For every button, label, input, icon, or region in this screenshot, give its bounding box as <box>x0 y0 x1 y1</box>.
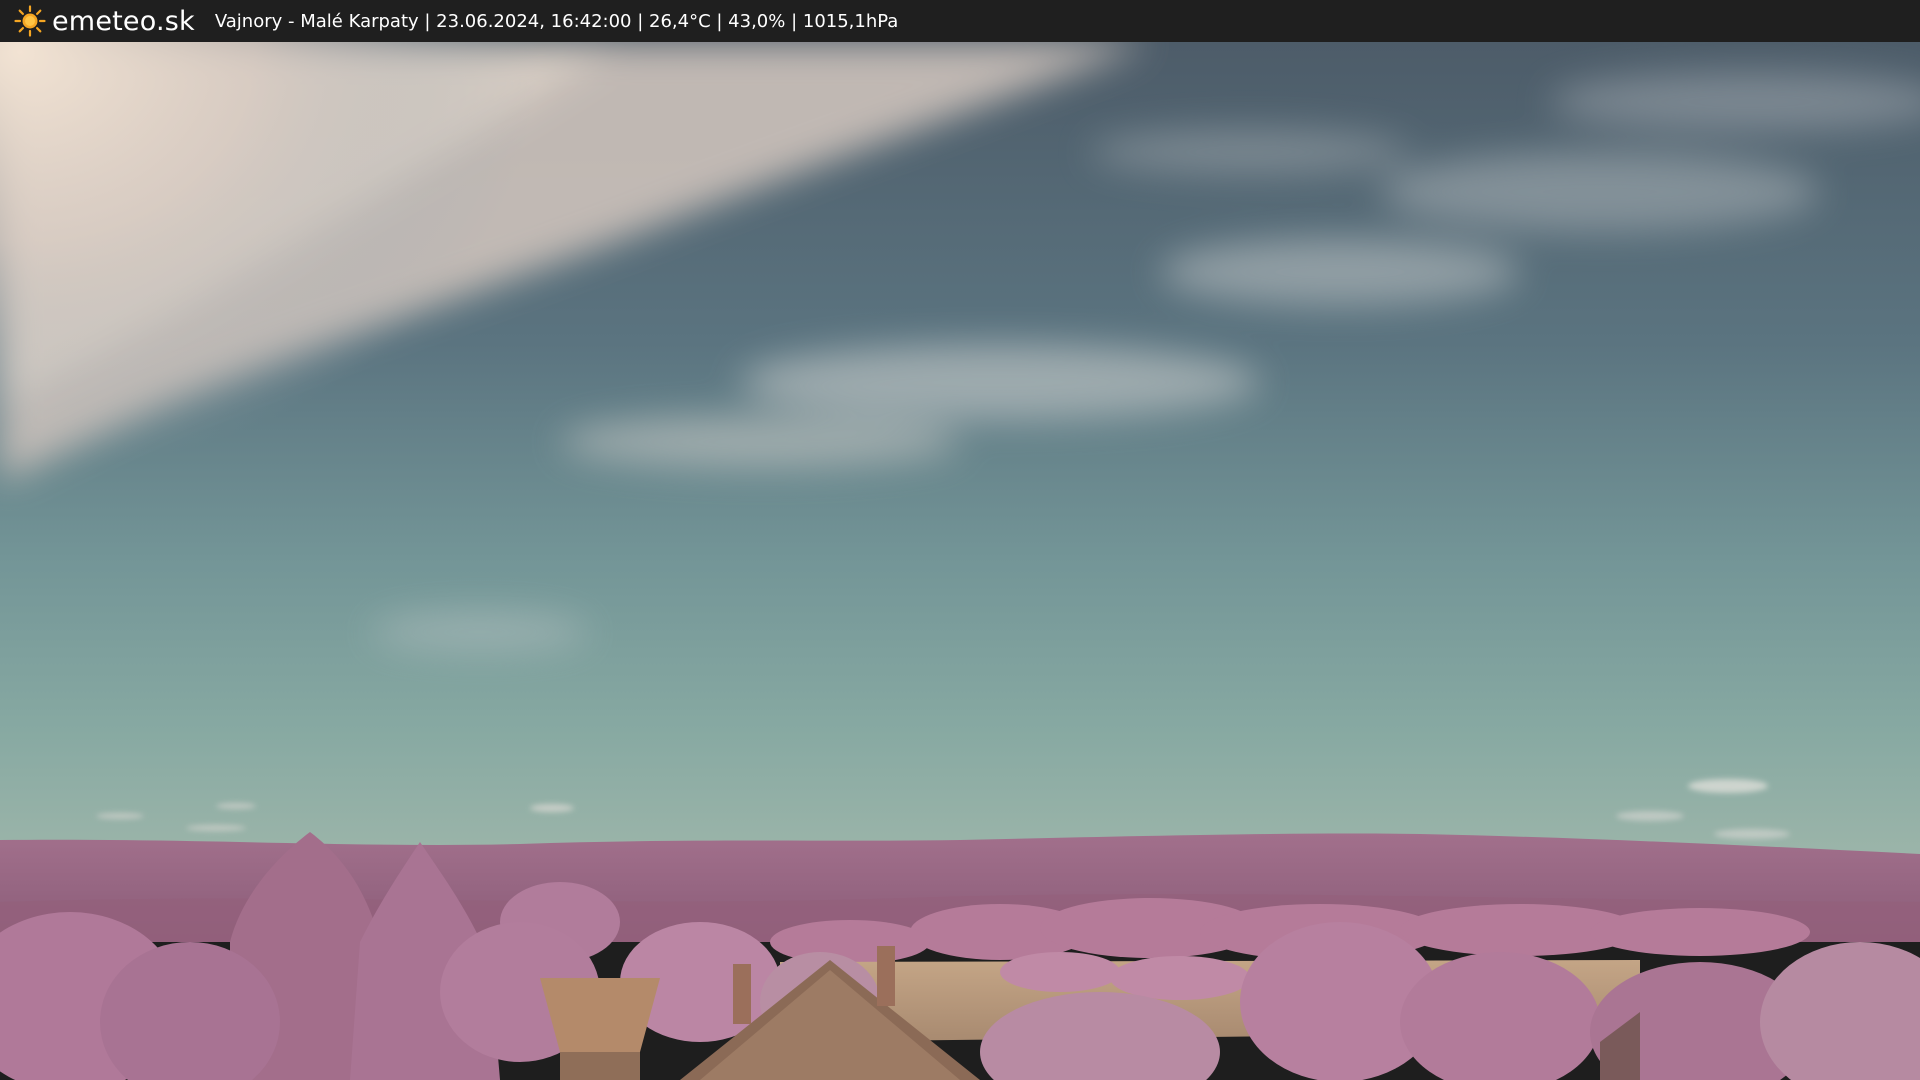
sun-icon <box>14 5 46 37</box>
brand-logo-text: emeteo.sk <box>52 5 195 37</box>
webcam-image <box>0 42 1920 1080</box>
info-bar: emeteo.sk Vajnory - Malé Karpaty | 23.06… <box>0 0 1920 42</box>
landscape-photo <box>0 42 1920 1080</box>
station-info: Vajnory - Malé Karpaty | 23.06.2024, 16:… <box>214 10 899 32</box>
webcam-frame: emeteo.sk Vajnory - Malé Karpaty | 23.06… <box>0 0 1920 1080</box>
